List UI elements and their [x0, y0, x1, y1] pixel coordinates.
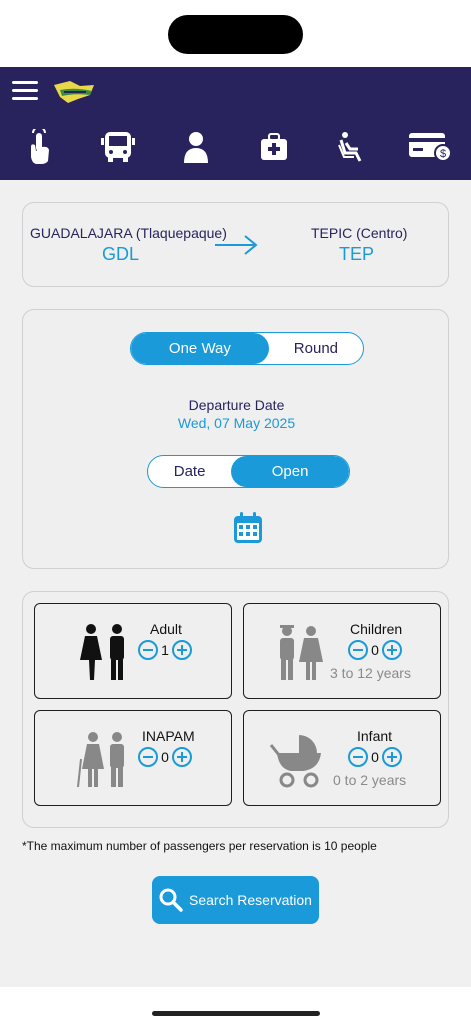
children-box: Children 0 3 to 12 years — [243, 603, 441, 699]
inapam-minus-button[interactable] — [138, 747, 158, 767]
date-option[interactable]: Date — [148, 456, 231, 487]
adult-minus-button[interactable] — [138, 640, 158, 660]
search-reservation-label: Search Reservation — [189, 892, 312, 908]
children-count: 0 — [371, 642, 379, 658]
adult-couple-icon — [80, 624, 124, 680]
adult-plus-button[interactable] — [172, 640, 192, 660]
children-label: Children — [350, 621, 403, 637]
step-passenger[interactable] — [171, 122, 221, 172]
open-option[interactable]: Open — [231, 456, 349, 487]
touch-hand-icon — [31, 129, 49, 164]
infant-box: Infant 0 0 to 2 years — [243, 710, 441, 806]
trip-type-toggle: One Way Round — [130, 332, 364, 365]
inapam-plus-button[interactable] — [172, 747, 192, 767]
infant-count: 0 — [371, 749, 379, 765]
infant-age-range: 0 to 2 years — [333, 772, 407, 788]
infant-minus-button[interactable] — [348, 747, 368, 767]
trip-card: One Way Round Departure Date Wed, 07 May… — [22, 309, 449, 569]
passenger-icon — [184, 132, 208, 163]
max-passengers-note: *The maximum number of passengers per re… — [22, 839, 377, 853]
logo — [54, 81, 94, 103]
passengers-card: Adult 1 Children 0 3 to 12 years INAPAM … — [22, 591, 449, 828]
origin-code: GDL — [102, 244, 140, 264]
inapam-label: INAPAM — [142, 728, 195, 744]
infant-plus-button[interactable] — [382, 747, 402, 767]
home-indicator[interactable] — [152, 1011, 320, 1016]
payment-card-icon: $ — [409, 133, 452, 162]
bus-icon — [101, 132, 135, 162]
children-counter: 0 — [348, 640, 402, 660]
inapam-box: INAPAM 0 — [34, 710, 232, 806]
step-payment[interactable]: $ — [405, 122, 455, 172]
one-way-option[interactable]: One Way — [131, 333, 269, 364]
seat-icon — [338, 132, 362, 162]
destination-name[interactable]: TEPIC (Centro) — [311, 225, 407, 241]
date-mode-toggle: Date Open — [147, 455, 350, 488]
dynamic-island — [168, 15, 303, 54]
search-icon — [159, 888, 183, 912]
step-bus[interactable] — [93, 122, 143, 172]
origin-name[interactable]: GUADALAJARA (Tlaquepaque) — [30, 225, 227, 241]
adult-counter: 1 — [138, 640, 192, 660]
stroller-icon — [269, 735, 321, 788]
round-option[interactable]: Round — [269, 333, 363, 364]
route-card[interactable]: GUADALAJARA (Tlaquepaque) GDL TEPIC (Cen… — [22, 202, 449, 287]
step-seat[interactable] — [327, 122, 377, 172]
children-age-range: 3 to 12 years — [330, 665, 411, 681]
departure-label: Departure Date — [188, 397, 285, 413]
bottom-bar — [0, 987, 471, 1024]
svg-text:$: $ — [440, 148, 446, 160]
adult-label: Adult — [150, 621, 182, 637]
menu-icon[interactable] — [12, 81, 38, 101]
status-bar — [0, 0, 471, 67]
adult-count: 1 — [161, 642, 169, 658]
step-luggage[interactable] — [249, 122, 299, 172]
booking-steps: $ — [0, 122, 471, 172]
children-minus-button[interactable] — [348, 640, 368, 660]
adult-box: Adult 1 — [34, 603, 232, 699]
luggage-icon — [261, 133, 287, 160]
inapam-counter: 0 — [138, 747, 192, 767]
step-touch[interactable] — [14, 122, 64, 172]
calendar-icon[interactable] — [233, 511, 263, 544]
children-plus-button[interactable] — [382, 640, 402, 660]
app-header: $ — [0, 67, 471, 180]
children-icon — [280, 625, 323, 680]
senior-couple-icon — [77, 732, 124, 788]
arrow-right-icon — [215, 235, 258, 255]
infant-label: Infant — [357, 728, 393, 744]
search-reservation-button[interactable]: Search Reservation — [152, 876, 319, 924]
destination-code: TEP — [339, 244, 375, 264]
departure-date[interactable]: Wed, 07 May 2025 — [23, 415, 450, 431]
inapam-count: 0 — [161, 749, 169, 765]
infant-counter: 0 — [348, 747, 402, 767]
